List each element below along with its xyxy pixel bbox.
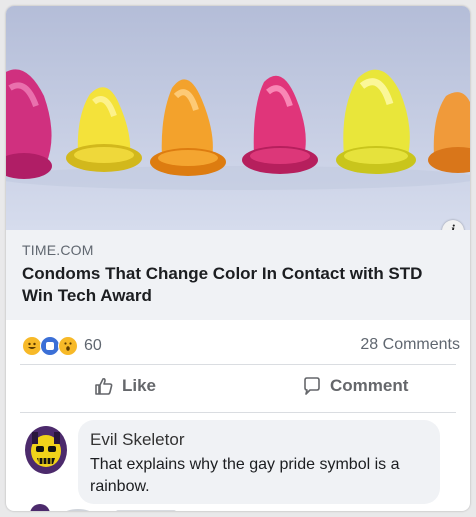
- comment-text: That explains why the gay pride symbol i…: [90, 456, 400, 495]
- divider: [20, 364, 456, 365]
- thumbs-up-icon: [95, 377, 113, 395]
- link-preview[interactable]: TIME.COM Condoms That Change Color In Co…: [6, 230, 470, 320]
- comment-item: Evil Skeletor That explains why the gay …: [6, 416, 470, 506]
- comment-button[interactable]: Comment: [302, 376, 408, 396]
- like-label: Like: [122, 376, 157, 395]
- article-image[interactable]: [6, 6, 470, 230]
- comment-author[interactable]: Evil Skeletor: [90, 430, 184, 450]
- post-stats: 60 28 Comments: [6, 324, 470, 362]
- comment-bubble: Evil Skeletor That explains why the gay …: [78, 420, 440, 504]
- speech-bubble-icon: [304, 377, 320, 395]
- reaction-count: 60: [84, 337, 102, 354]
- blue-face-react-icon: [40, 336, 60, 356]
- next-comment-partial: [30, 504, 176, 511]
- reactions-summary[interactable]: 60: [22, 336, 102, 356]
- link-domain: TIME.COM: [22, 242, 94, 258]
- post-card: i TIME.COM Condoms That Change Color In …: [6, 6, 470, 511]
- comment-label: Comment: [330, 376, 409, 395]
- comments-count[interactable]: 28 Comments: [360, 336, 460, 354]
- grin-react-icon: [22, 336, 42, 356]
- wow-react-icon: [58, 336, 78, 356]
- link-headline[interactable]: Condoms That Change Color In Contact wit…: [22, 263, 452, 307]
- post-actions: Like Comment: [6, 366, 470, 412]
- avatar[interactable]: [24, 424, 68, 476]
- divider: [20, 412, 456, 413]
- like-button[interactable]: Like: [94, 376, 156, 396]
